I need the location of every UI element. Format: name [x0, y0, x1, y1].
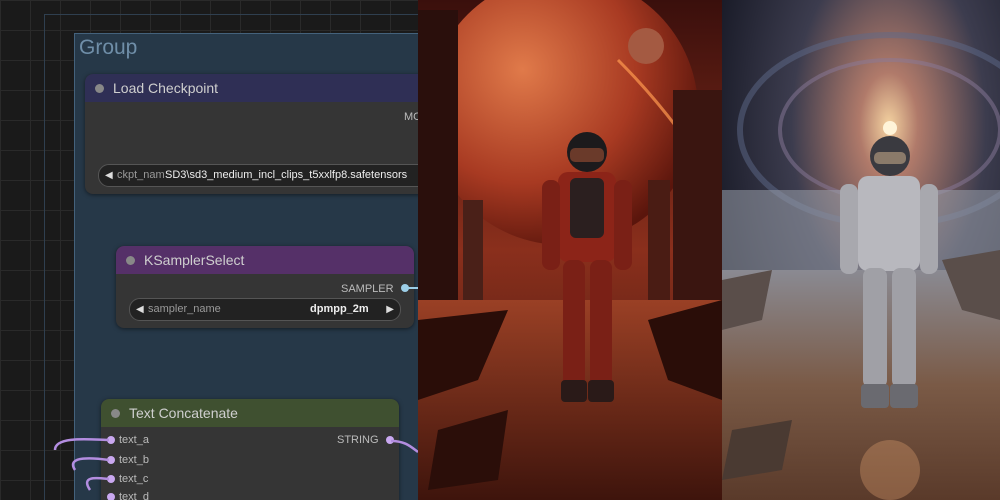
text-a-input-slot[interactable] — [107, 436, 115, 444]
group-title: Group — [79, 36, 138, 59]
arrow-right-icon[interactable]: ▶ — [386, 299, 394, 320]
string-output-slot[interactable] — [386, 436, 394, 444]
node-canvas[interactable]: Group Load Checkpoint MO ◀ ckpt_nam SD3\… — [0, 0, 1000, 500]
collapse-dot-icon[interactable] — [126, 256, 135, 265]
string-output-label: STRING — [337, 434, 379, 446]
text-c-input-slot[interactable] — [107, 475, 115, 483]
sampler-output-label: SAMPLER — [341, 283, 394, 295]
sampler-name-combo[interactable]: ◀ sampler_name dpmpp_2m ▶ — [129, 298, 401, 321]
text-a-input-label: text_a — [119, 434, 149, 446]
ksampler-select-node[interactable]: KSamplerSelect SAMPLER ◀ sampler_name dp… — [116, 246, 414, 328]
text-concatenate-node[interactable]: Text Concatenate STRING text_a text_b te… — [101, 399, 399, 500]
text-concatenate-header[interactable]: Text Concatenate — [101, 399, 399, 427]
text-d-input-slot[interactable] — [107, 493, 115, 500]
generated-image-galaxy[interactable] — [722, 0, 1000, 500]
sampler-output-slot[interactable] — [401, 284, 409, 292]
sampler-name-value: dpmpp_2m — [310, 303, 369, 315]
sampler-name-label: sampler_name — [148, 303, 221, 315]
load-checkpoint-node[interactable]: Load Checkpoint MO ◀ ckpt_nam SD3\sd3_me… — [85, 74, 430, 194]
text-c-input-label: text_c — [119, 473, 149, 485]
load-checkpoint-title: Load Checkpoint — [113, 80, 219, 96]
arrow-left-icon[interactable]: ◀ — [105, 165, 113, 186]
text-concatenate-title: Text Concatenate — [129, 405, 238, 421]
text-b-input-label: text_b — [119, 454, 149, 466]
ksampler-select-title: KSamplerSelect — [144, 252, 245, 268]
load-checkpoint-header[interactable]: Load Checkpoint — [85, 74, 430, 102]
arrow-left-icon[interactable]: ◀ — [136, 299, 144, 320]
collapse-dot-icon[interactable] — [95, 84, 104, 93]
ckpt-name-combo[interactable]: ◀ ckpt_nam SD3\sd3_medium_incl_clips_t5x… — [98, 164, 430, 187]
collapse-dot-icon[interactable] — [111, 409, 120, 418]
text-b-input-slot[interactable] — [107, 456, 115, 464]
text-d-input-label: text_d — [119, 491, 149, 500]
generated-image-mars[interactable] — [418, 0, 722, 500]
ckpt-name-label: ckpt_nam — [117, 169, 165, 181]
ckpt-name-value: SD3\sd3_medium_incl_clips_t5xxlfp8.safet… — [165, 169, 408, 181]
ksampler-select-header[interactable]: KSamplerSelect — [116, 246, 414, 274]
